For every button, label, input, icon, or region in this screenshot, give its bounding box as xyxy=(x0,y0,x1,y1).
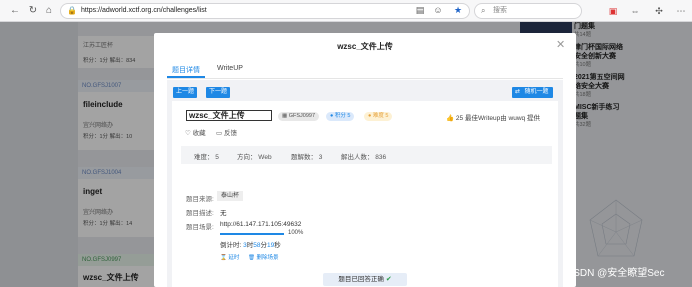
difficulty-text: 难度 5 xyxy=(372,113,389,119)
writeup-info[interactable]: 👍 25 最佳Writeup由 wuwq 提供 xyxy=(446,112,540,122)
tab-details[interactable]: 题目详情 xyxy=(172,65,200,75)
emoji-icon[interactable]: ☺ xyxy=(432,4,444,16)
back-icon[interactable]: ← xyxy=(8,4,22,18)
code-badge: ▦ GFSJ0997 xyxy=(278,112,320,121)
shuffle-icon: ⇄ xyxy=(515,89,521,95)
collections-icon[interactable]: ⇔ xyxy=(628,4,642,18)
heart-icon: ♡ xyxy=(185,130,191,137)
countdown-minutes: 58 xyxy=(253,242,261,249)
url-text: https://adworld.xctf.org.cn/challenges/l… xyxy=(81,7,207,14)
close-icon[interactable]: ✕ xyxy=(556,40,565,51)
solved-status: 题目已回答正确 ✔ xyxy=(323,273,407,286)
stats-bar: 难度： 5 方向： Web 题解数： 3 解出人数： 836 xyxy=(181,146,552,164)
lock-icon: 🔒 xyxy=(67,6,77,15)
difficulty-badge: ● 难度 5 xyxy=(364,112,393,121)
prev-button[interactable]: 上一题 xyxy=(173,87,197,98)
next-button[interactable]: 下一题 xyxy=(206,87,230,98)
search-placeholder: 搜索 xyxy=(493,7,507,14)
qr-icon: ▦ xyxy=(282,113,288,119)
feedback-button[interactable]: ▭ 反馈 xyxy=(216,127,237,137)
delay-label: 延时 xyxy=(228,255,240,261)
address-bar[interactable]: 🔒 https://adworld.xctf.org.cn/challenges… xyxy=(60,3,470,19)
delay-button[interactable]: ⌛ 延时 xyxy=(220,253,239,261)
favorite-label: 收藏 xyxy=(192,130,206,137)
search-icon: ⌕ xyxy=(481,6,486,15)
check-icon: ✔ xyxy=(385,276,392,283)
search-box[interactable]: ⌕ 搜索 xyxy=(474,3,582,19)
environment-url[interactable]: http://61.147.171.105:49632 xyxy=(220,221,301,228)
stat-writeups: 题解数： 3 xyxy=(291,154,323,161)
read-mode-icon[interactable]: ▤ xyxy=(414,4,426,16)
countdown-seconds: 19 xyxy=(266,242,275,249)
modal-title: wzsc_文件上传 xyxy=(337,42,393,51)
source-label: 题目来源: xyxy=(186,196,214,203)
details-panel: 上一题 下一题 ⇄ 随机一题 wzsc_文件上传 ▦ GFSJ0997 ● 积分… xyxy=(167,80,563,287)
feedback-icon: ▭ xyxy=(216,130,223,137)
code-text: GFSJ0997 xyxy=(288,113,316,119)
feedback-label: 反馈 xyxy=(223,130,237,137)
progress-bar xyxy=(220,233,284,235)
challenge-card-detail: wzsc_文件上传 ▦ GFSJ0997 ● 积分 5 ● 难度 5 👍 25 … xyxy=(172,101,558,287)
source-value: 泰山杯 xyxy=(217,191,244,201)
menu-icon[interactable]: ⋯ xyxy=(674,4,688,18)
countdown-hours: 3 xyxy=(243,242,247,249)
countdown-label: 倒计时: xyxy=(220,242,242,249)
thumbs-up-icon: 👍 xyxy=(446,115,455,122)
challenge-title: wzsc_文件上传 xyxy=(186,110,272,121)
solved-text: 题目已回答正确 xyxy=(338,276,384,283)
home-icon[interactable]: ⌂ xyxy=(42,4,56,18)
favorite-button[interactable]: ♡ 收藏 xyxy=(185,127,206,137)
random-button[interactable]: ⇄ 随机一题 xyxy=(512,87,553,98)
writeup-info-text: 25 最佳Writeup由 wuwq 提供 xyxy=(455,115,540,122)
countdown: 倒计时: 3时58分19秒 xyxy=(220,242,281,249)
stat-solvers: 解出人数： 836 xyxy=(341,154,387,161)
extensions-puzzle-icon[interactable]: ✣ xyxy=(652,4,666,18)
bookmark-star-icon[interactable]: ★ xyxy=(452,4,464,16)
tab-writeup[interactable]: WriteUP xyxy=(217,65,243,72)
delete-label: 删除场景 xyxy=(256,255,279,261)
challenge-modal: wzsc_文件上传 ✕ 题目详情 WriteUP 上一题 下一题 ⇄ 随机一题 … xyxy=(154,33,576,287)
reload-icon[interactable]: ↻ xyxy=(26,4,40,18)
tab-divider xyxy=(167,78,563,79)
score-badge: ● 积分 5 xyxy=(326,112,355,121)
browser-toolbar: ← ↻ ⌂ 🔒 https://adworld.xctf.org.cn/chal… xyxy=(0,0,692,22)
stat-direction: 方向： Web xyxy=(237,154,272,161)
trash-icon: 🗑 xyxy=(248,255,255,261)
difficulty-icon: ● xyxy=(368,113,372,119)
environment-label: 题目场景: xyxy=(186,224,214,231)
progress-text: 100% xyxy=(288,230,304,236)
extension-icon[interactable]: ▣ xyxy=(606,4,620,18)
random-button-label: 随机一题 xyxy=(524,89,549,95)
progress-fill xyxy=(220,233,284,235)
description-label: 题目描述: xyxy=(186,210,214,217)
stat-difficulty: 难度： 5 xyxy=(194,154,219,161)
coin-icon: ● xyxy=(330,113,334,119)
delete-scene-button[interactable]: 🗑 删除场景 xyxy=(248,253,279,261)
hourglass-icon: ⌛ xyxy=(220,255,227,261)
watermark: CSDN @安全瞭望Sec xyxy=(566,268,665,279)
score-text: 积分 5 xyxy=(334,113,351,119)
description-value: 无 xyxy=(220,210,227,217)
